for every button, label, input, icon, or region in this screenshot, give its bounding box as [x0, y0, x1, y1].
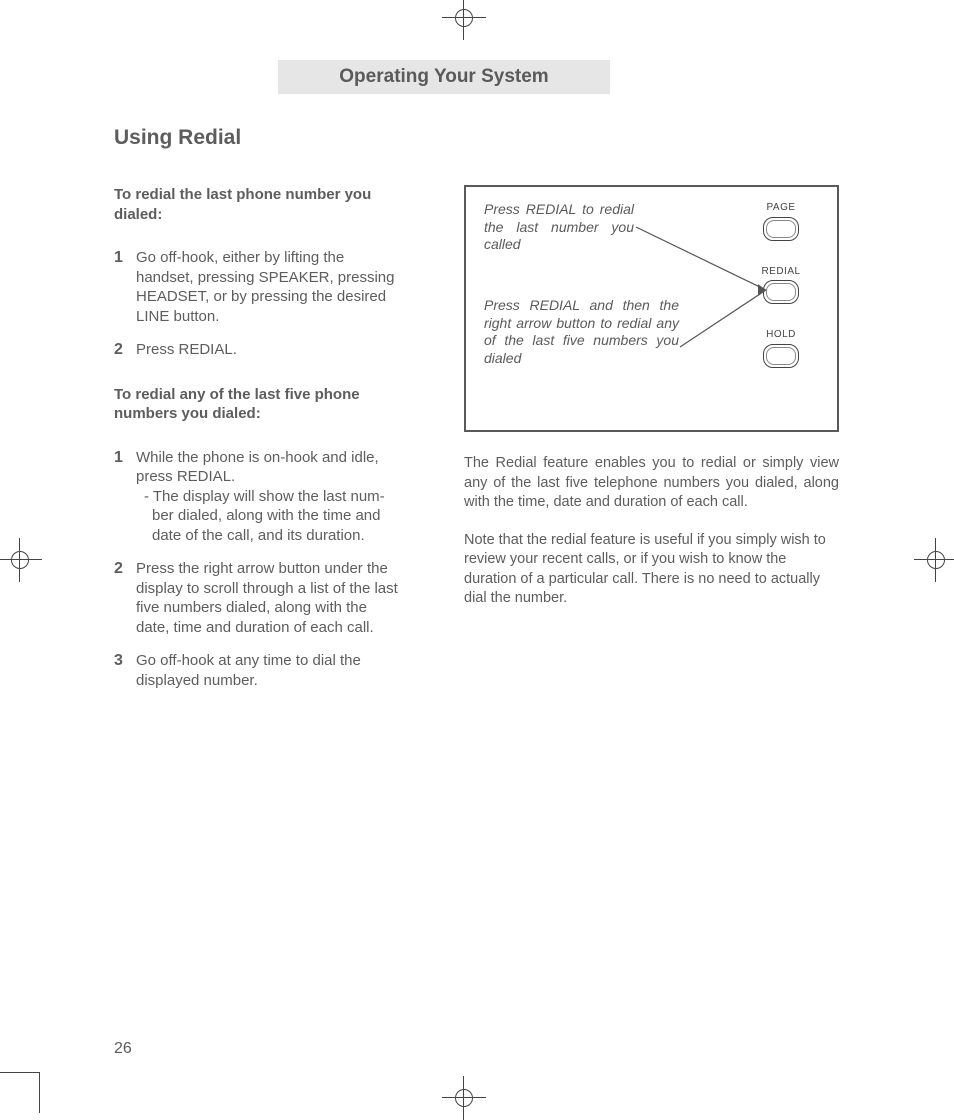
page-number: 26 — [114, 1040, 132, 1058]
step-number: 2 — [114, 559, 136, 637]
paragraph: The Redial feature enables you to redial… — [464, 454, 839, 513]
illustration-box: Press REDIAL to redial the last num­ber … — [464, 185, 839, 432]
page-body: Operating Your System Using Redial To re… — [30, 31, 924, 1082]
subheading: To redial the last phone num­ber you dia… — [114, 185, 399, 224]
registration-mark-icon — [8, 548, 32, 572]
paragraph: Note that the redial feature is useful i… — [464, 531, 839, 609]
step-main: While the phone is on-hook and idle, pre… — [136, 449, 379, 486]
step-item: 1 While the phone is on-hook and idle, p… — [114, 448, 399, 546]
step-text: Go off-hook, either by lifting the hands… — [136, 248, 399, 326]
step-sub: - The display will show the last num­ber… — [144, 487, 399, 546]
step-item: 1Go off-hook, either by lifting the hand… — [114, 248, 399, 326]
step-number: 1 — [114, 448, 136, 546]
step-number: 3 — [114, 651, 136, 690]
step-number: 1 — [114, 248, 136, 326]
step-text: Press REDIAL. — [136, 340, 399, 361]
step-item: 2Press REDIAL. — [114, 340, 399, 361]
left-column: To redial the last phone num­ber you dia… — [114, 185, 399, 714]
step-item: 3Go off-hook at any time to dial the dis… — [114, 651, 399, 690]
registration-mark-icon — [452, 6, 476, 30]
chapter-title: Operating Your System — [339, 66, 548, 88]
step-text: Go off-hook at any time to dial the disp… — [136, 651, 399, 690]
chapter-title-bar: Operating Your System — [278, 60, 610, 94]
right-column: Press REDIAL to redial the last num­ber … — [464, 185, 839, 627]
steps-list-2: 1 While the phone is on-hook and idle, p… — [114, 448, 399, 691]
step-number: 2 — [114, 340, 136, 361]
registration-mark-icon — [924, 548, 948, 572]
subheading: To redial any of the last five phone num… — [114, 385, 399, 424]
steps-list-1: 1Go off-hook, either by lifting the hand… — [114, 248, 399, 361]
arrow-lines-icon — [466, 187, 841, 434]
registration-mark-icon — [452, 1086, 476, 1110]
step-item: 2Press the right arrow button under the … — [114, 559, 399, 637]
step-text: While the phone is on-hook and idle, pre… — [136, 448, 399, 546]
step-text: Press the right arrow button under the d… — [136, 559, 399, 637]
section-title: Using Redial — [114, 126, 241, 150]
